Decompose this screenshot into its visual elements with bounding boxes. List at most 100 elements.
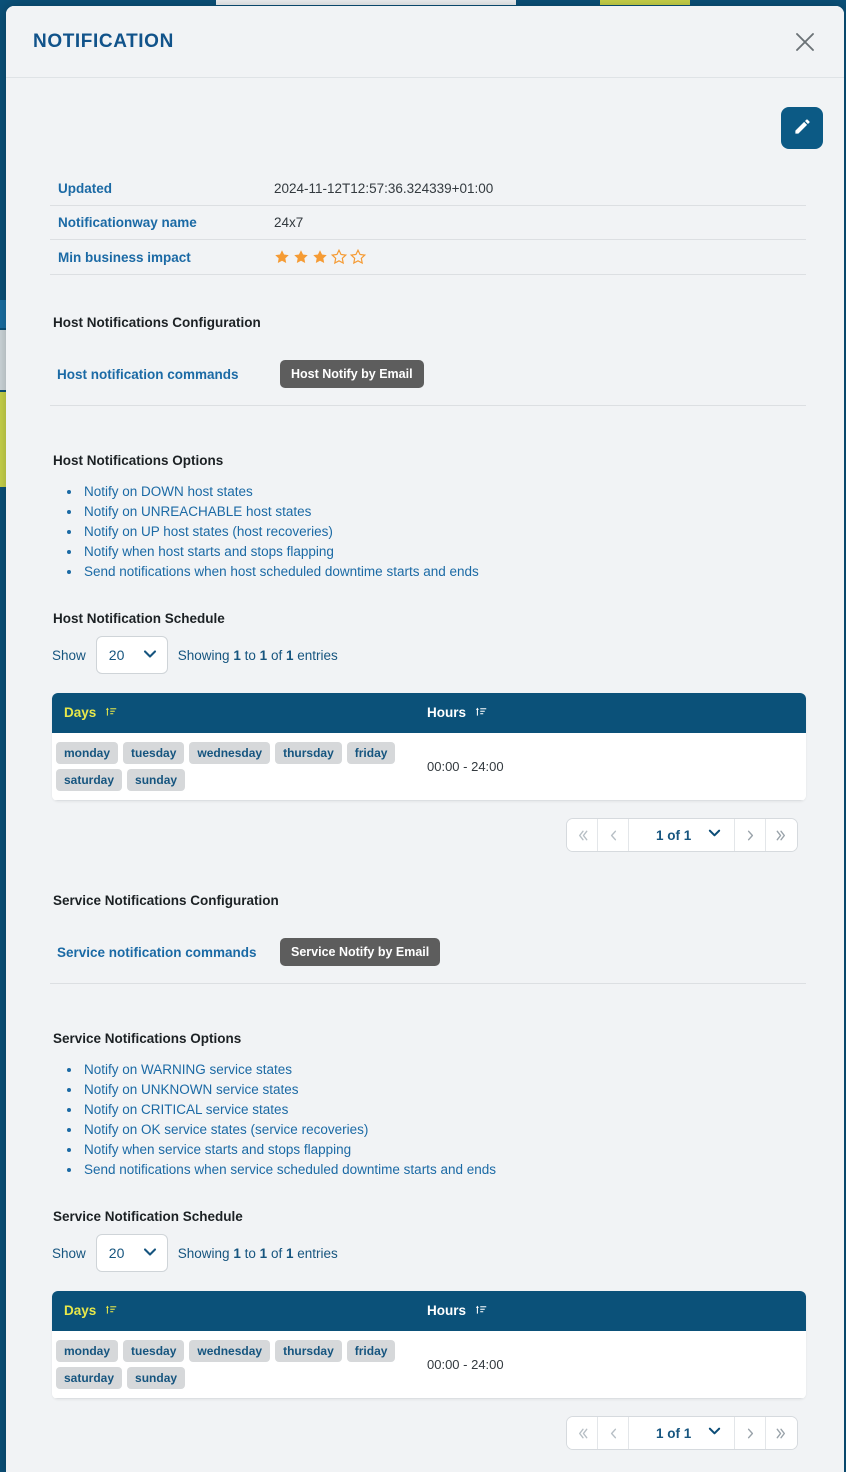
service-option-2: Notify on CRITICAL service states: [67, 1100, 844, 1120]
sort-asc-icon: [101, 706, 117, 721]
sort-asc-icon: [101, 1304, 117, 1319]
service-command-badge[interactable]: Service Notify by Email: [280, 938, 441, 966]
day-chip-thursday: thursday: [275, 1340, 342, 1362]
service-option-1: Notify on UNKNOWN service states: [67, 1080, 844, 1100]
host-next-page-button[interactable]: [735, 819, 766, 851]
day-chip-tuesday: tuesday: [123, 742, 185, 764]
host-config-title: Host Notifications Configuration: [53, 315, 261, 330]
service-option-4: Notify when service starts and stops fla…: [67, 1140, 844, 1160]
day-chip-saturday: saturday: [56, 1367, 123, 1389]
service-schedule-title: Service Notification Schedule: [53, 1209, 243, 1224]
info-label-updated: Updated: [58, 181, 112, 196]
host-pager-wrap: 1 of 1: [6, 818, 844, 852]
service-config-title: Service Notifications Configuration: [53, 893, 279, 908]
table-row: Notificationway name 24x7: [50, 206, 806, 240]
host-options-title: Host Notifications Options: [53, 453, 224, 468]
modal-header: NOTIFICATION: [6, 6, 844, 78]
day-chip-monday: monday: [56, 742, 119, 764]
table-row: Updated 2024-11-12T12:57:36.324339+01:00: [50, 172, 806, 206]
service-prev-page-button[interactable]: [598, 1417, 629, 1449]
host-option-0: Notify on DOWN host states: [67, 482, 844, 502]
info-value-notificationway-name: 24x7: [274, 215, 304, 230]
service-page-size-select[interactable]: 102050100: [95, 1234, 168, 1272]
host-option-2: Notify on UP host states (host recoverie…: [67, 522, 844, 542]
service-last-page-button[interactable]: [766, 1417, 797, 1449]
pencil-icon: [793, 117, 812, 139]
sort-asc-icon: [471, 706, 487, 721]
info-label-notificationway-name: Notificationway name: [58, 215, 197, 230]
info-label-min-business-impact: Min business impact: [58, 249, 191, 265]
day-chip-group: monday tuesday wednesday thursday friday satu…: [56, 742, 416, 791]
host-page-select[interactable]: 1 of 1: [629, 819, 734, 851]
service-options-list: Notify on WARNING service states Notify o…: [6, 1060, 844, 1180]
modal-body: Updated 2024-11-12T12:57:36.324339+01:00…: [6, 78, 844, 1472]
table-header-row: Days Hours: [52, 693, 806, 733]
day-chip-friday: friday: [346, 1340, 396, 1362]
host-page-size-wrap: 102050100: [95, 636, 168, 674]
host-command-badge[interactable]: Host Notify by Email: [280, 360, 424, 388]
service-pagination: 1 of 1: [566, 1416, 798, 1450]
table-row: Min business impact: [50, 240, 806, 275]
star-filled-icon: [313, 250, 327, 263]
day-chip-monday: monday: [56, 1340, 119, 1362]
host-datatable-controls: Show 102050100 Showing 1 to 1 of 1 entri…: [6, 636, 844, 674]
host-days-cell: monday tuesday wednesday thursday friday satu…: [52, 733, 427, 801]
service-days-cell: monday tuesday wednesday thursday friday satu…: [52, 1331, 427, 1399]
day-chip-thursday: thursday: [275, 742, 342, 764]
day-chip-sunday: sunday: [127, 1367, 186, 1389]
table-header-row: Days Hours: [52, 1291, 806, 1331]
host-col-days[interactable]: Days: [52, 693, 427, 733]
star-filled-icon: [294, 250, 308, 263]
service-datatable-controls: Show 102050100 Showing 1 to 1 of 1 entri…: [6, 1234, 844, 1272]
service-hours-cell: 00:00 - 24:00: [427, 1331, 806, 1399]
host-option-3: Notify when host starts and stops flappi…: [67, 542, 844, 562]
service-first-page-button[interactable]: [567, 1417, 598, 1449]
star-filled-icon: [275, 250, 289, 263]
service-page-select-wrap: 1 of 1: [629, 1417, 735, 1449]
host-schedule-title: Host Notification Schedule: [53, 611, 225, 626]
service-commands-row: Service notification commands Service No…: [6, 938, 844, 966]
host-schedule-table: Days Hours monday tuesday wednesday thursda…: [52, 693, 806, 801]
service-page-select[interactable]: 1 of 1: [629, 1417, 734, 1449]
service-options-title: Service Notifications Options: [53, 1031, 242, 1046]
service-pager-wrap: 1 of 1: [6, 1416, 844, 1450]
host-option-4: Send notifications when host scheduled d…: [67, 562, 844, 582]
table-row: monday tuesday wednesday thursday friday satu…: [52, 1331, 806, 1399]
service-option-0: Notify on WARNING service states: [67, 1060, 844, 1080]
edit-button[interactable]: [781, 107, 823, 149]
close-icon[interactable]: [788, 25, 822, 59]
service-commands-label: Service notification commands: [57, 944, 257, 960]
page-title: NOTIFICATION: [33, 30, 174, 52]
star-empty-icon: [331, 249, 347, 265]
host-commands-label: Host notification commands: [57, 366, 239, 382]
service-col-days[interactable]: Days: [52, 1291, 427, 1331]
service-next-page-button[interactable]: [735, 1417, 766, 1449]
service-show-label: Show: [52, 1245, 86, 1261]
day-chip-wednesday: wednesday: [189, 742, 271, 764]
day-chip-friday: friday: [346, 742, 396, 764]
host-col-hours[interactable]: Hours: [427, 693, 806, 733]
notification-modal: NOTIFICATION Updated 2024-11-12T12:57:36…: [6, 6, 844, 1472]
host-page-select-wrap: 1 of 1: [629, 819, 735, 851]
service-commands-divider: [50, 983, 806, 984]
host-datatable-info: Showing 1 to 1 of 1 entries: [177, 647, 338, 663]
service-col-hours[interactable]: Hours: [427, 1291, 806, 1331]
day-chip-saturday: saturday: [56, 769, 123, 791]
service-schedule-table: Days Hours monday tuesday wednesday thursda…: [52, 1291, 806, 1399]
day-chip-sunday: sunday: [127, 769, 186, 791]
day-chip-tuesday: tuesday: [123, 1340, 185, 1362]
host-show-label: Show: [52, 647, 86, 663]
service-option-3: Notify on OK service states (service rec…: [67, 1120, 844, 1140]
star-empty-icon: [350, 249, 366, 265]
host-pagination: 1 of 1: [566, 818, 798, 852]
host-option-1: Notify on UNREACHABLE host states: [67, 502, 844, 522]
host-hours-cell: 00:00 - 24:00: [427, 733, 806, 801]
day-chip-wednesday: wednesday: [189, 1340, 271, 1362]
host-commands-row: Host notification commands Host Notify b…: [6, 360, 844, 388]
host-prev-page-button[interactable]: [598, 819, 629, 851]
sort-asc-icon: [471, 1304, 487, 1319]
host-first-page-button[interactable]: [567, 819, 598, 851]
info-value-updated: 2024-11-12T12:57:36.324339+01:00: [274, 181, 494, 196]
host-page-size-select[interactable]: 102050100: [95, 636, 168, 674]
host-last-page-button[interactable]: [766, 819, 797, 851]
